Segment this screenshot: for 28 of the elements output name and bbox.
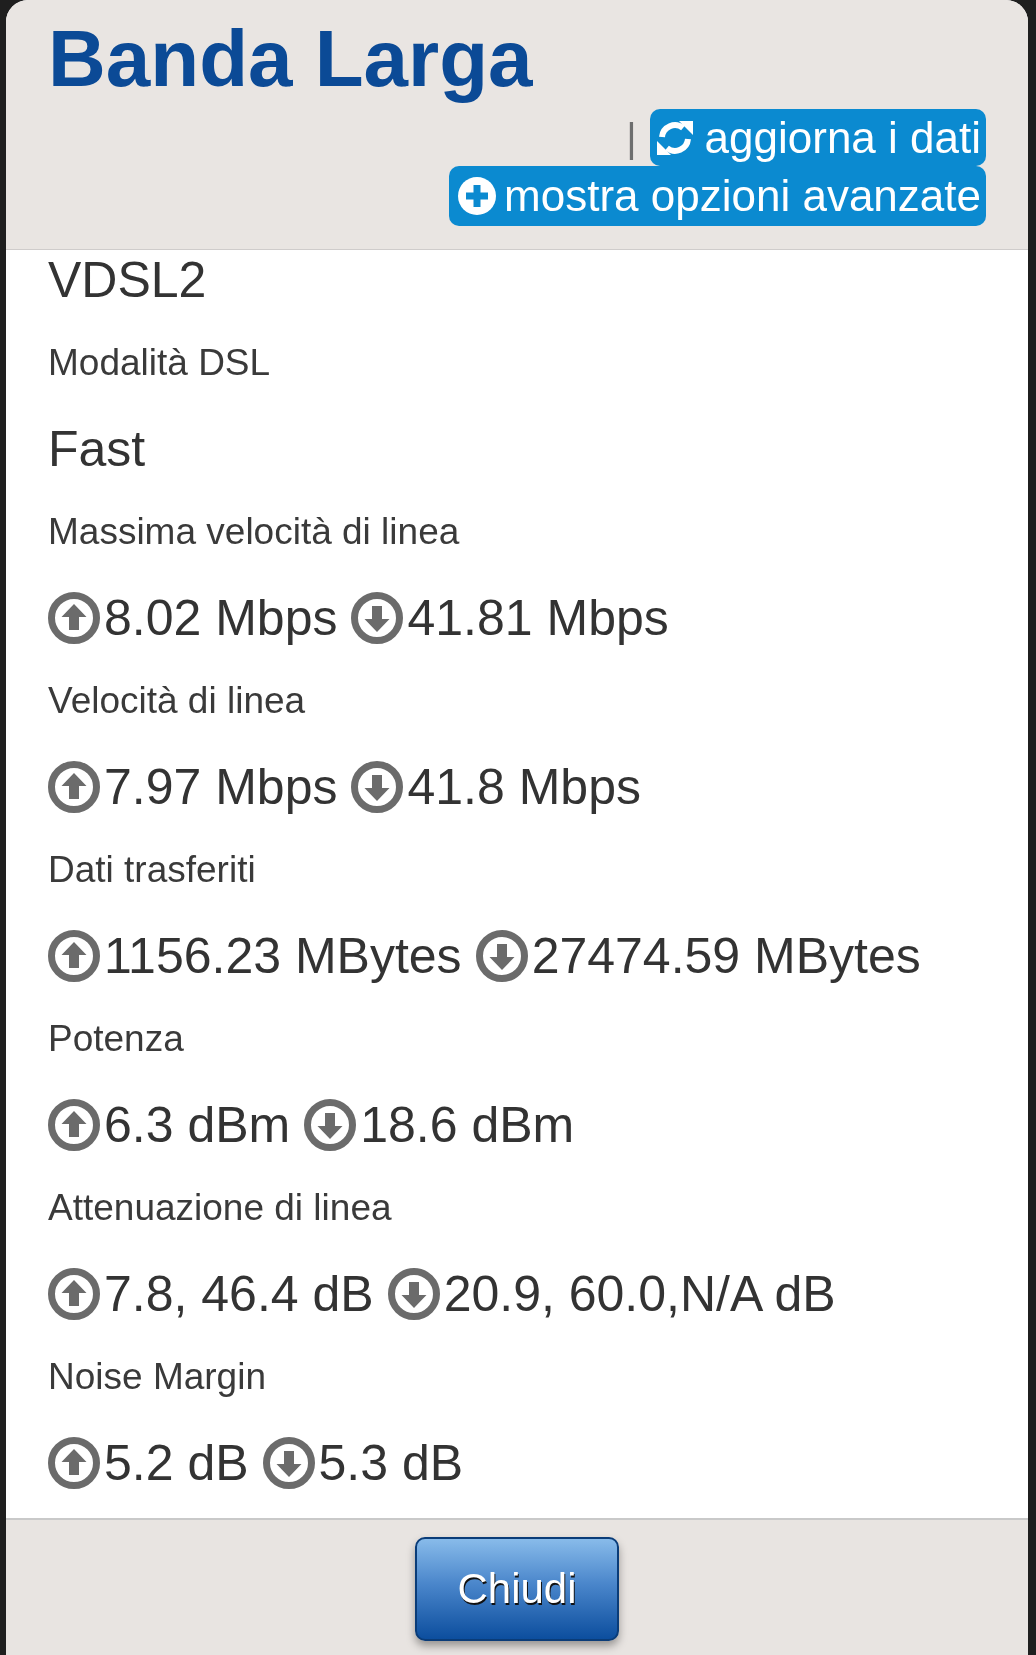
upstream-value: 6.3 dBm <box>104 1096 291 1154</box>
field-label: Massima velocità di linea <box>48 509 460 554</box>
plus-circle-icon <box>458 177 497 215</box>
close-button[interactable]: Chiudi <box>415 1537 619 1641</box>
advanced-options-button[interactable]: mostra opzioni avanzate <box>449 166 986 226</box>
downstream-value: 41.8 Mbps <box>407 758 641 816</box>
field-label: Noise Margin <box>48 1354 266 1399</box>
downstream-value: 20.9, 60.0,N/A dB <box>443 1265 836 1323</box>
upstream-value: 8.02 Mbps <box>104 589 338 647</box>
upstream-value: 1156.23 MBytes <box>104 927 462 985</box>
downstream-value: 27474.59 MBytes <box>531 927 921 985</box>
downstream-value: 18.6 dBm <box>360 1096 575 1154</box>
upstream-value: 7.97 Mbps <box>104 758 338 816</box>
field-label: Dati trasferiti <box>48 847 256 892</box>
downstream-value: 5.3 dB <box>318 1434 464 1492</box>
field-label: Attenuazione di linea <box>48 1185 392 1230</box>
upstream-value: 5.2 dB <box>104 1434 249 1492</box>
downstream-value: 41.81 Mbps <box>407 589 669 647</box>
upstream-value: 7.8, 46.4 dB <box>104 1265 374 1323</box>
field-label: Velocità di linea <box>48 678 306 723</box>
dialog-title: Banda Larga <box>48 13 533 105</box>
field-label: Potenza <box>48 1016 184 1061</box>
refresh-button[interactable]: aggiorna i dati <box>649 109 986 166</box>
refresh-icon <box>654 118 695 157</box>
field-label: Modalità DSL <box>48 340 271 385</box>
field-value: VDSL2 <box>48 251 207 309</box>
separator-text: | <box>626 117 637 158</box>
field-value: Fast <box>48 420 146 478</box>
